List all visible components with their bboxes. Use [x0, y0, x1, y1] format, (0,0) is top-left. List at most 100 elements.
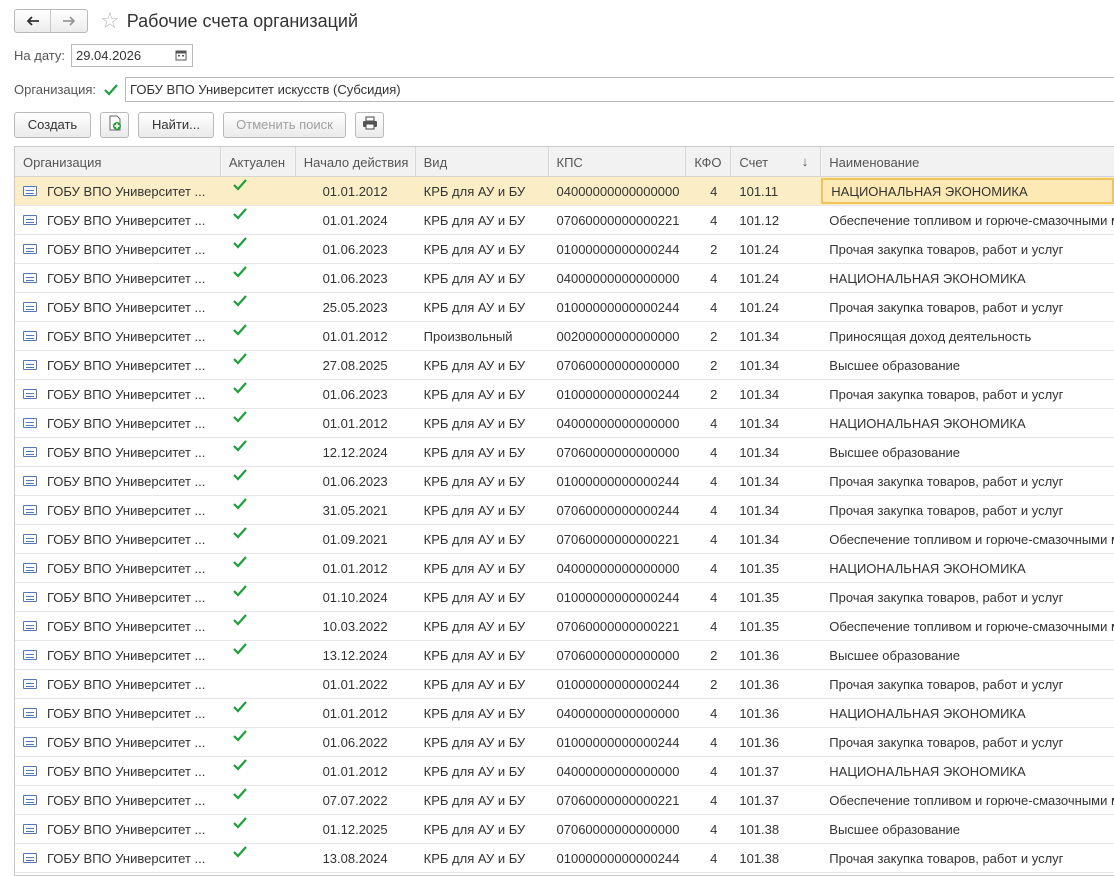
column-header-account[interactable]: Счет ↓ [731, 147, 822, 177]
find-button[interactable]: Найти... [138, 111, 214, 138]
cancel-search-button[interactable]: Отменить поиск [223, 111, 346, 138]
cell-organization: ГОБУ ВПО Университет ... [15, 815, 221, 843]
cell-organization: ГОБУ ВПО Университет ... [15, 467, 221, 495]
table-row[interactable]: ГОБУ ВПО Университет ... 13.08.2024 КРБ дл… [15, 844, 1114, 873]
cell-type: Произвольный [423, 328, 513, 344]
column-header-name[interactable]: Наименование [821, 147, 1114, 177]
cell-kfo: 4 [710, 502, 718, 518]
cell-organization: ГОБУ ВПО Университет ... [15, 206, 221, 234]
copy-add-button[interactable] [100, 111, 129, 138]
column-header-start-date[interactable]: Начало действия [296, 147, 416, 177]
column-header-organization[interactable]: Организация [15, 147, 221, 177]
back-button[interactable] [15, 10, 51, 32]
table-row[interactable]: ГОБУ ВПО Университет ... 07.07.2022 КРБ дл… [15, 786, 1114, 815]
cell-name: Высшее образование [829, 821, 960, 837]
cell-kps: 07060000000000000 [556, 357, 680, 373]
cell-kps: 01000000000000244 [556, 850, 680, 866]
column-header-kps[interactable]: КПС [549, 147, 687, 177]
cell-type: КРБ для АУ и БУ [423, 386, 526, 402]
cell-kfo: 2 [710, 241, 718, 257]
table-row[interactable]: ГОБУ ВПО Университет ... 25.05.2023 КРБ дл… [15, 293, 1114, 322]
table-row[interactable]: ГОБУ ВПО Университет ... 12.12.2024 КРБ дл… [15, 438, 1114, 467]
cell-kfo: 4 [710, 589, 718, 605]
cell-start-date: 13.12.2024 [322, 647, 388, 663]
cell-start-date: 13.08.2024 [322, 850, 388, 866]
cell-active [221, 177, 296, 205]
create-button-label: Создать [27, 117, 78, 132]
table-row[interactable]: ГОБУ ВПО Университет ... 01.01.2022 КРБ дл… [15, 670, 1114, 699]
table-row[interactable]: ГОБУ ВПО Университет ... 01.06.2023 КРБ дл… [15, 264, 1114, 293]
checkmark-icon [233, 788, 247, 804]
cell-type: КРБ для АУ и БУ [423, 734, 526, 750]
cell-organization-text: ГОБУ ВПО Университет ... [47, 676, 206, 692]
cell-type: КРБ для АУ и БУ [423, 560, 526, 576]
calendar-icon[interactable] [170, 45, 192, 66]
table-row[interactable]: ГОБУ ВПО Университет ... 13.12.2024 КРБ дл… [15, 641, 1114, 670]
cell-active [221, 612, 296, 640]
cell-organization-text: ГОБУ ВПО Университет ... [47, 792, 206, 808]
table-row[interactable]: ГОБУ ВПО Университет ... 01.01.2024 КРБ дл… [15, 206, 1114, 235]
table-row[interactable]: ГОБУ ВПО Университет ... 27.08.2025 КРБ дл… [15, 351, 1114, 380]
table-row[interactable]: ГОБУ ВПО Университет ... 01.06.2023 КРБ дл… [15, 467, 1114, 496]
cell-kfo: 4 [710, 618, 718, 634]
cell-account: 101.34 [739, 415, 780, 431]
table-row[interactable]: ГОБУ ВПО Университет ... 01.06.2023 КРБ дл… [15, 380, 1114, 409]
account-row-icon [23, 679, 37, 689]
cell-start-date: 01.01.2012 [322, 183, 388, 199]
table-row[interactable]: ГОБУ ВПО Университет ... 01.12.2025 КРБ дл… [15, 815, 1114, 844]
table-row[interactable]: ГОБУ ВПО Университет ... 01.01.2012 КРБ дл… [15, 554, 1114, 583]
organization-filter-row: Организация: ГОБУ ВПО Университет искусс… [14, 77, 1114, 102]
cell-active [221, 293, 296, 321]
cell-active [221, 438, 296, 466]
table-row[interactable]: ГОБУ ВПО Университет ... 01.06.2023 КРБ дл… [15, 235, 1114, 264]
table-row[interactable]: ГОБУ ВПО Университет ... 01.10.2024 КРБ дл… [15, 583, 1114, 612]
date-input[interactable]: 29.04.2026 [70, 43, 193, 67]
account-row-icon [23, 244, 37, 254]
cell-active [221, 235, 296, 263]
organization-filter-checkbox[interactable] [103, 82, 119, 98]
cell-kps: 07060000000000000 [556, 821, 680, 837]
cell-type: КРБ для АУ и БУ [423, 705, 526, 721]
checkmark-icon [233, 208, 247, 224]
cell-start-date: 01.06.2023 [322, 270, 388, 286]
table-row[interactable]: ГОБУ ВПО Университет ... 01.01.2012 КРБ дл… [15, 177, 1114, 206]
cell-kps: 07060000000000244 [556, 502, 680, 518]
cell-active [221, 496, 296, 524]
column-header-kfo[interactable]: КФО [686, 147, 732, 177]
checkmark-icon [233, 817, 247, 833]
cell-organization: ГОБУ ВПО Университет ... [15, 264, 221, 292]
cell-organization-text: ГОБУ ВПО Университет ... [47, 299, 206, 315]
star-icon[interactable]: ☆ [100, 10, 120, 32]
cell-organization-text: ГОБУ ВПО Университет ... [47, 270, 206, 286]
cell-type: КРБ для АУ и БУ [423, 212, 526, 228]
organization-input[interactable]: ГОБУ ВПО Университет искусств (Субсидия) [125, 77, 1114, 102]
print-button[interactable] [355, 111, 384, 138]
create-button[interactable]: Создать [14, 111, 91, 138]
forward-button[interactable] [51, 10, 87, 32]
table-row[interactable]: ГОБУ ВПО Университет ... 01.06.2022 КРБ дл… [15, 728, 1114, 757]
cell-name: Обеспечение топливом и горюче-смазочными… [829, 212, 1114, 228]
accounts-table[interactable]: Организация Актуален Начало действия Вид… [14, 146, 1114, 876]
table-row[interactable]: ГОБУ ВПО Университет ... 01.01.2012 КРБ дл… [15, 757, 1114, 786]
cell-start-date: 01.09.2021 [322, 531, 388, 547]
cell-kfo: 4 [710, 850, 718, 866]
cell-account: 101.24 [739, 241, 780, 257]
column-header-active[interactable]: Актуален [221, 147, 296, 177]
column-header-type[interactable]: Вид [416, 147, 549, 177]
cell-kfo: 4 [710, 212, 718, 228]
table-row[interactable]: ГОБУ ВПО Университет ... 31.05.2021 КРБ дл… [15, 496, 1114, 525]
cell-active [221, 467, 296, 495]
cell-organization: ГОБУ ВПО Университет ... [15, 612, 221, 640]
title-bar: ☆ Рабочие счета организаций [14, 8, 358, 34]
cell-organization: ГОБУ ВПО Университет ... [15, 583, 221, 611]
table-row[interactable]: ГОБУ ВПО Университет ... 01.01.2012 Произв… [15, 322, 1114, 351]
checkmark-icon [233, 440, 247, 456]
cell-account: 101.38 [739, 821, 780, 837]
table-row[interactable]: ГОБУ ВПО Университет ... 01.01.2012 КРБ дл… [15, 409, 1114, 438]
table-row[interactable]: ГОБУ ВПО Университет ... 01.01.2012 КРБ дл… [15, 699, 1114, 728]
table-row[interactable]: ГОБУ ВПО Университет ... 10.03.2022 КРБ дл… [15, 612, 1114, 641]
organization-value: ГОБУ ВПО Университет искусств (Субсидия) [130, 82, 401, 97]
checkmark-icon [233, 701, 247, 717]
cell-start-date: 10.03.2022 [322, 618, 388, 634]
table-row[interactable]: ГОБУ ВПО Университет ... 01.09.2021 КРБ дл… [15, 525, 1114, 554]
